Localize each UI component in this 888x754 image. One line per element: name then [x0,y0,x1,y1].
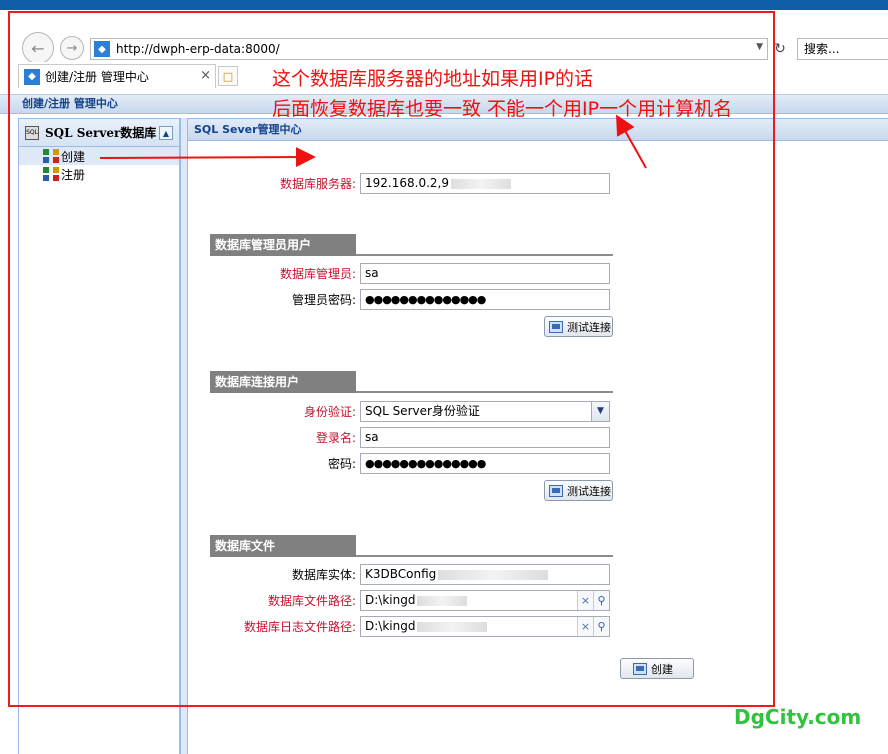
main-panel-title: SQL Sever管理中心 [188,119,888,141]
file-path-value: D:\kingd [365,593,416,607]
button-label: 测试连接 [567,320,611,334]
refresh-button[interactable]: ↻ [770,38,790,60]
entity-row: 数据库实体: K3DBConfig [220,564,610,585]
redaction [417,621,488,632]
search-icon[interactable]: ⚲ [593,591,609,610]
tab-management-center[interactable]: ◆ 创建/注册 管理中心 × [18,64,216,88]
site-icon: ◆ [94,41,110,57]
close-icon[interactable]: × [200,68,211,83]
file-section-header: 数据库文件 [210,535,613,557]
redaction [417,595,468,606]
log-path-input[interactable]: D:\kingd × ⚲ [360,616,610,637]
arrow-left-icon: ← [31,38,45,58]
redaction [450,178,511,189]
file-path-input[interactable]: D:\kingd × ⚲ [360,590,610,611]
annotation-note-line2: 后面恢复数据库也要一致 不能一个用IP一个用计算机名 [272,98,733,120]
login-row: 登录名: sa [220,427,610,448]
annotation-note-line1: 这个数据库服务器的地址如果用IP的话 [272,68,594,90]
connection-section-header: 数据库连接用户 [210,371,613,393]
admin-label: 数据库管理员: [279,267,356,281]
desktop-strip [0,0,888,10]
admin-row: 数据库管理员: sa [220,263,610,284]
admin-password-row: 管理员密码: ●●●●●●●●●●●●●● [220,289,610,310]
connection-section-title: 数据库连接用户 [210,371,356,393]
log-path-label: 数据库日志文件路径: [243,620,356,634]
site-icon: ◆ [24,68,40,85]
test-connection-admin-button[interactable]: 测试连接 [544,316,613,337]
clear-icon[interactable]: × [577,591,593,610]
browser-navbar: ← → ◆ http://dwph-erp-data:8000/ ▼ ↻ 搜索.… [0,10,888,64]
new-tab-button[interactable]: □ [218,66,238,86]
log-path-value: D:\kingd [365,619,416,633]
sidebar-title: SQL Server数据库 [45,126,157,140]
back-button[interactable]: ← [22,32,54,64]
arrow-right-icon: → [66,40,78,56]
chevron-down-icon[interactable]: ▼ [756,42,763,52]
button-label: 创建 [651,662,673,676]
watermark: DgCity.com [734,705,862,729]
collapse-button[interactable]: ▲ [159,126,173,140]
search-input[interactable]: 搜索... [797,38,888,60]
admin-section-header: 数据库管理员用户 [210,234,613,256]
connection-icon [549,484,563,497]
forward-button[interactable]: → [60,36,84,60]
page-content: 创建/注册 管理中心 SQL SQL Server数据库 ▲ 创建 注册 SQL… [0,88,888,754]
sidebar-item-label: 创建 [61,149,86,164]
address-url: http://dwph-erp-data:8000/ [116,42,280,56]
entity-input[interactable]: K3DBConfig [360,564,610,585]
password-label: 密码: [327,457,356,471]
admin-input[interactable]: sa [360,263,610,284]
db-server-label: 数据库服务器: [279,177,356,191]
log-path-row: 数据库日志文件路径: D:\kingd × ⚲ [220,616,610,637]
create-button[interactable]: 创建 [620,658,694,679]
admin-password-field[interactable]: ●●●●●●●●●●●●●● [360,289,610,310]
sidebar: SQL SQL Server数据库 ▲ 创建 注册 [18,118,180,754]
sidebar-item-label: 注册 [61,167,86,182]
tree-node-icon [43,149,59,163]
clear-icon[interactable]: × [577,617,593,636]
button-label: 测试连接 [567,484,611,498]
search-icon[interactable]: ⚲ [593,617,609,636]
db-server-input[interactable]: 192.168.0.2,9 [360,173,610,194]
refresh-icon: ↻ [774,41,786,57]
entity-label: 数据库实体: [291,568,356,582]
auth-value: SQL Server身份验证 [365,404,480,418]
panel-splitter[interactable] [180,118,188,754]
create-icon [633,662,647,675]
test-connection-user-button[interactable]: 测试连接 [544,480,613,501]
auth-row: 身份验证: SQL Server身份验证 ▼ [220,401,610,422]
admin-section-title: 数据库管理员用户 [210,234,356,256]
auth-label: 身份验证: [303,405,356,419]
sidebar-item-create[interactable]: 创建 [19,147,179,165]
sidebar-item-register[interactable]: 注册 [19,165,179,183]
browser-window: ← → ◆ http://dwph-erp-data:8000/ ▼ ↻ 搜索.… [0,10,888,754]
admin-password-label: 管理员密码: [291,293,356,307]
new-tab-icon: □ [222,69,234,83]
file-path-label: 数据库文件路径: [267,594,356,608]
db-server-value: 192.168.0.2,9 [365,176,449,190]
db-server-row: 数据库服务器: 192.168.0.2,9 [220,173,610,194]
tree-node-icon [43,167,59,181]
connection-icon [549,320,563,333]
main-panel: SQL Sever管理中心 数据库服务器: 192.168.0.2,9 数据库管… [188,118,888,754]
database-icon: SQL [25,125,39,140]
chevron-down-icon[interactable]: ▼ [591,402,609,421]
file-section-title: 数据库文件 [210,535,356,557]
password-field[interactable]: ●●●●●●●●●●●●●● [360,453,610,474]
auth-select[interactable]: SQL Server身份验证 ▼ [360,401,610,422]
entity-value: K3DBConfig [365,567,437,581]
login-input[interactable]: sa [360,427,610,448]
sidebar-header: SQL SQL Server数据库 ▲ [19,119,179,147]
file-path-row: 数据库文件路径: D:\kingd × ⚲ [220,590,610,611]
tab-title: 创建/注册 管理中心 [45,70,149,84]
redaction [438,569,549,580]
password-row: 密码: ●●●●●●●●●●●●●● [220,453,610,474]
address-bar[interactable]: ◆ http://dwph-erp-data:8000/ ▼ [90,38,768,60]
login-label: 登录名: [315,431,356,445]
